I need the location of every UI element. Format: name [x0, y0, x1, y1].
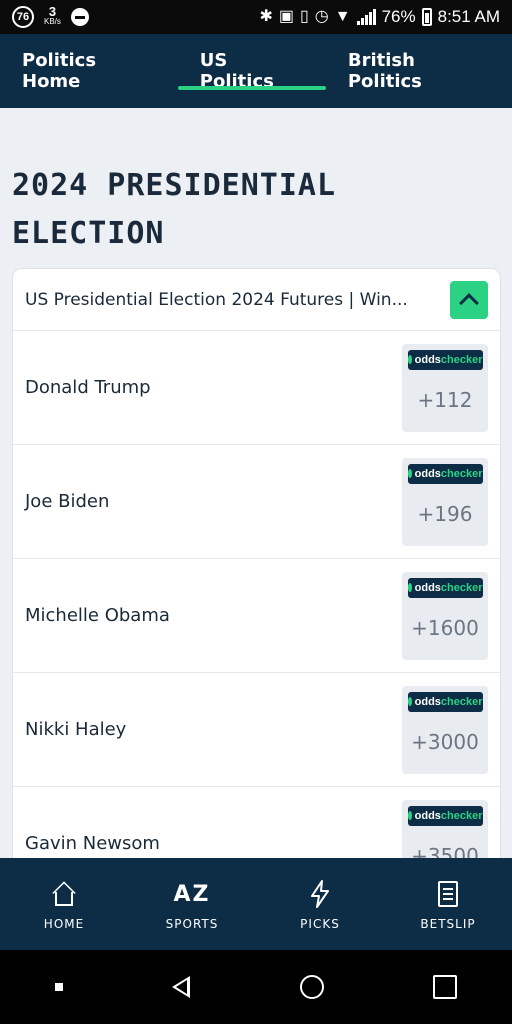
odds-value: +196: [417, 501, 473, 526]
oddschecker-logo: oddschecker: [407, 463, 483, 484]
candidate-name: Joe Biden: [25, 491, 110, 512]
candidate-name: Gavin Newsom: [25, 833, 160, 854]
tab-politics-home[interactable]: Politics Home: [0, 34, 178, 108]
dot-icon[interactable]: [54, 983, 63, 991]
system-nav-bar: [0, 950, 512, 1024]
tab-us-politics[interactable]: US Politics: [177, 34, 326, 108]
vibrate-icon: ▯: [299, 8, 309, 25]
data-rate-unit: KB/s: [44, 17, 61, 26]
clock: 8:51 AM: [437, 7, 500, 26]
battery-icon: [421, 8, 432, 26]
nav-picks-label: PICKS: [300, 917, 340, 931]
collapse-button[interactable]: [450, 280, 488, 319]
oddschecker-prefix: odds: [414, 581, 441, 594]
wifi-icon: ▼: [334, 8, 351, 25]
oddschecker-prefix: odds: [414, 809, 441, 822]
oddschecker-suffix: checker: [440, 467, 483, 480]
oddschecker-prefix: odds: [414, 353, 441, 366]
tab-british-politics[interactable]: British Politics: [326, 34, 512, 108]
candidate-row: Gavin Newsom oddschecker +3500: [13, 787, 500, 867]
oddschecker-icon: [407, 811, 412, 820]
oddschecker-suffix: checker: [440, 695, 483, 708]
oddschecker-logo: oddschecker: [407, 577, 483, 598]
bottom-nav: HOME AZ SPORTS PICKS BETSLIP: [0, 858, 512, 950]
odds-button[interactable]: oddschecker +1600: [402, 571, 488, 660]
odds-button[interactable]: oddschecker +196: [402, 457, 488, 546]
status-bar: 76 3 KB/s ✱ ▣ ▯ ◷ ▼ 76% 8:51 AM: [0, 0, 512, 34]
notification-count-badge: 76: [12, 6, 34, 28]
nav-betslip-label: BETSLIP: [420, 917, 476, 931]
nav-betslip[interactable]: BETSLIP: [384, 858, 512, 950]
odds-value: +3000: [411, 729, 479, 754]
oddschecker-prefix: odds: [414, 467, 441, 480]
oddschecker-logo: oddschecker: [407, 691, 483, 712]
oddschecker-prefix: odds: [414, 695, 441, 708]
betslip-icon: [438, 881, 458, 907]
candidate-name: Nikki Haley: [25, 719, 127, 740]
oddschecker-logo: oddschecker: [407, 349, 483, 370]
oddschecker-icon: [407, 355, 412, 364]
nav-home-label: HOME: [43, 917, 85, 931]
candidate-row: Joe Biden oddschecker +196: [13, 445, 500, 559]
data-rate-value: 3: [48, 4, 57, 19]
oddschecker-icon: [407, 697, 412, 706]
recent-apps-icon[interactable]: [433, 975, 458, 999]
page-title-line-1: 2024 PRESIDENTIAL ELECTION: [12, 168, 337, 251]
az-icon: AZ: [173, 881, 211, 907]
home-circle-icon[interactable]: [299, 975, 324, 999]
candidate-row: Donald Trump oddschecker +112: [13, 331, 500, 445]
market-title: US Presidential Election 2024 Futures | …: [25, 289, 408, 310]
nav-sports[interactable]: AZ SPORTS: [128, 858, 256, 950]
odds-value: +112: [417, 387, 473, 412]
oddschecker-logo: oddschecker: [407, 805, 483, 826]
candidate-row: Nikki Haley oddschecker +3000: [13, 673, 500, 787]
nav-sports-label: SPORTS: [165, 917, 219, 931]
odds-button[interactable]: oddschecker +3000: [402, 685, 488, 774]
chevron-up-icon: [459, 292, 479, 313]
oddschecker-suffix: checker: [440, 353, 483, 366]
oddschecker-suffix: checker: [440, 581, 483, 594]
bluetooth-icon: ✱: [259, 8, 273, 25]
do-not-disturb-icon: [70, 8, 89, 26]
market-header[interactable]: US Presidential Election 2024 Futures | …: [13, 269, 500, 331]
signal-icon: [356, 9, 376, 25]
data-rate: 3 KB/s: [44, 4, 61, 27]
home-icon: [51, 881, 77, 906]
oddschecker-suffix: checker: [440, 809, 483, 822]
oddschecker-icon: [407, 469, 412, 478]
odds-value: +1600: [411, 615, 479, 640]
lightning-icon: [308, 877, 332, 911]
oddschecker-icon: [407, 583, 412, 592]
nav-picks[interactable]: PICKS: [256, 858, 384, 950]
politics-tab-bar: Politics Home US Politics British Politi…: [0, 34, 512, 108]
back-icon[interactable]: [172, 976, 191, 998]
battery-percent: 76%: [381, 7, 416, 26]
candidate-row: Michelle Obama oddschecker +1600: [13, 559, 500, 673]
odds-button[interactable]: oddschecker +112: [402, 343, 488, 432]
nfc-icon: ▣: [278, 8, 294, 25]
candidate-name: Michelle Obama: [25, 605, 170, 626]
candidate-name: Donald Trump: [25, 377, 151, 398]
nav-home[interactable]: HOME: [0, 858, 128, 950]
alarm-icon: ◷: [314, 8, 329, 25]
odds-card: US Presidential Election 2024 Futures | …: [12, 268, 501, 868]
